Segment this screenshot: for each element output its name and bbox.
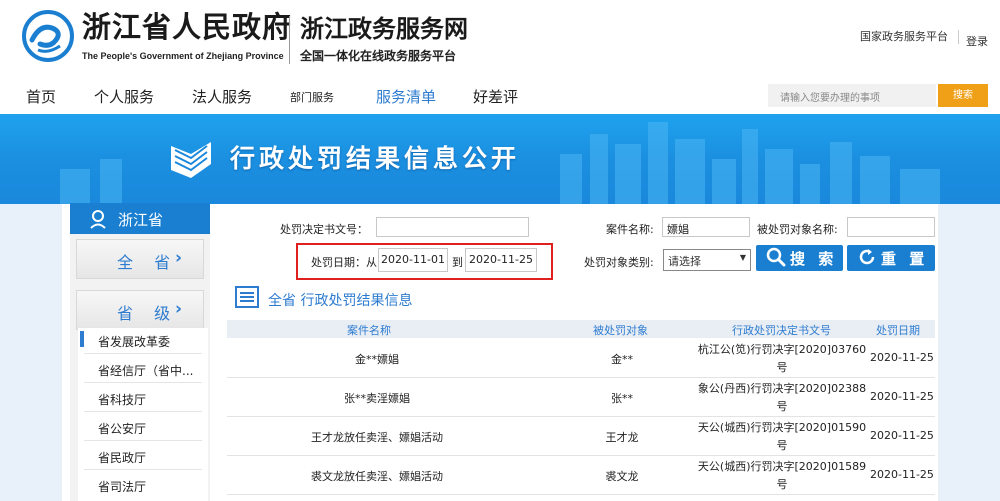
- decision-no-line1: 杭江公(笕)行罚决字[2020]03760: [697, 343, 867, 356]
- results-title: 全省 行政处罚结果信息: [268, 293, 413, 309]
- cell-target: 王才龙: [605, 431, 639, 444]
- sidebar-item-justice[interactable]: 省司法厅: [98, 478, 202, 495]
- cell-date: 2020-11-25: [870, 390, 934, 403]
- cell-decision-no: 象公(丹西)行罚决字[2020]02388 号: [697, 380, 867, 416]
- site-search-input[interactable]: 请输入您要办理的事项: [768, 84, 936, 107]
- date-to-label: 到: [452, 256, 463, 269]
- top-separator: [958, 30, 959, 44]
- nav-evaluation[interactable]: 好差评: [473, 86, 518, 107]
- list-divider: [84, 411, 202, 412]
- col-date: 处罚日期: [876, 324, 920, 337]
- dropdown-caret-icon: ▼: [739, 253, 746, 262]
- gov-title[interactable]: 浙江省人民政府: [82, 10, 292, 44]
- zhejiang-logo-icon[interactable]: [22, 10, 74, 62]
- active-item-marker: [80, 331, 84, 347]
- case-name-input[interactable]: 嫖娼: [662, 217, 750, 237]
- location-pin-icon: [90, 210, 106, 229]
- list-divider: [84, 353, 202, 354]
- col-case-name: 案件名称: [347, 324, 391, 337]
- sidebar-whole-province-button[interactable]: 全 省 ›: [76, 239, 204, 279]
- cell-decision-no: 天公(城西)行罚决字[2020]01589 号: [697, 458, 867, 494]
- col-decision-no: 行政处罚决定书文号: [732, 324, 831, 337]
- decision-no-line2: 号: [776, 400, 788, 413]
- cell-decision-no: 杭江公(笕)行罚决字[2020]03760 号: [697, 341, 867, 377]
- decision-no-line2: 号: [776, 478, 788, 491]
- decision-no-line1: 天公(城西)行罚决字[2020]01589: [697, 460, 867, 473]
- site-title[interactable]: 浙江政务服务网: [300, 14, 468, 44]
- results-table-header: 案件名称 被处罚对象 行政处罚决定书文号 处罚日期: [227, 320, 935, 338]
- cell-decision-no: 天公(城西)行罚决字[2020]01590 号: [697, 419, 867, 455]
- login-link[interactable]: 登录: [966, 33, 988, 49]
- sidebar-item-public-security[interactable]: 省公安厅: [98, 420, 202, 437]
- decision-no-line2: 号: [776, 439, 788, 452]
- site-search-button[interactable]: 搜索: [938, 84, 988, 107]
- case-name-label: 案件名称:: [606, 223, 654, 236]
- sidebar-item-development-reform[interactable]: 省发展改革委: [98, 333, 202, 350]
- site-subtitle: 全国一体化在线政务服务平台: [300, 49, 457, 63]
- decision-no-input[interactable]: [376, 217, 529, 237]
- list-divider: [84, 382, 202, 383]
- col-target: 被处罚对象: [593, 324, 648, 337]
- nav-home[interactable]: 首页: [26, 86, 56, 107]
- list-divider: [84, 469, 202, 470]
- search-button[interactable]: 搜 索: [756, 245, 843, 271]
- cell-date: 2020-11-25: [870, 468, 934, 481]
- target-name-label: 被处罚对象名称:: [757, 223, 838, 236]
- table-row[interactable]: 金**嫖娼 金** 杭江公(笕)行罚决字[2020]03760 号 2020-1…: [227, 339, 935, 378]
- cell-case-name[interactable]: 裘文龙放任卖淫、嫖娼活动: [227, 468, 527, 484]
- cell-case-name[interactable]: 金**嫖娼: [227, 351, 527, 367]
- cell-date: 2020-11-25: [870, 429, 934, 442]
- date-from-input[interactable]: 2020-11-01: [378, 248, 448, 272]
- chevron-right-icon: ›: [175, 299, 183, 319]
- sidebar-item-civil-affairs[interactable]: 省民政厅: [98, 449, 202, 466]
- cell-target: 张**: [611, 392, 633, 405]
- chevron-right-icon: ›: [175, 248, 183, 268]
- target-type-value: 请选择: [668, 255, 701, 268]
- main-nav: 首页 个人服务 法人服务 部门服务 服务清单 好差评 请输入您要办理的事项 搜索: [0, 78, 1000, 114]
- sidebar-button-label: 省 级: [117, 304, 179, 323]
- reset-button[interactable]: 重 置: [847, 245, 935, 271]
- list-icon: [235, 286, 259, 308]
- date-to-input[interactable]: 2020-11-25: [465, 248, 537, 272]
- cell-case-name[interactable]: 张**卖淫嫖娼: [227, 390, 527, 406]
- sidebar-item-science-tech[interactable]: 省科技厅: [98, 391, 202, 408]
- sidebar-button-label: 全 省: [117, 253, 179, 272]
- nav-corporate-services[interactable]: 法人服务: [192, 86, 252, 107]
- decision-no-line1: 天公(城西)行罚决字[2020]01590: [697, 421, 867, 434]
- gov-subtitle: The People's Government of Zhejiang Prov…: [82, 51, 284, 61]
- region-header[interactable]: 浙江省: [70, 203, 210, 234]
- sidebar-provincial-level-button[interactable]: 省 级 ›: [76, 290, 204, 330]
- book-icon: [171, 142, 211, 178]
- target-name-input[interactable]: [847, 217, 935, 237]
- cell-target: 裘文龙: [605, 470, 639, 483]
- decision-no-label: 处罚决定书文号：: [280, 223, 368, 236]
- nav-personal-services[interactable]: 个人服务: [94, 86, 154, 107]
- region-label: 浙江省: [118, 211, 164, 229]
- search-icon: [766, 247, 786, 267]
- reset-button-label: 重 置: [881, 250, 929, 268]
- nav-department-services[interactable]: 部门服务: [290, 89, 334, 105]
- page-banner: 行政处罚结果信息公开: [0, 114, 1000, 204]
- target-type-label: 处罚对象类别:: [584, 256, 654, 269]
- cell-case-name[interactable]: 王才龙放任卖淫、嫖娼活动: [227, 429, 527, 445]
- banner-title: 行政处罚结果信息公开: [230, 144, 521, 173]
- sidebar-item-economy-it[interactable]: 省经信厅（省中...: [98, 362, 202, 379]
- list-divider: [84, 440, 202, 441]
- table-row[interactable]: 裘文龙放任卖淫、嫖娼活动 裘文龙 天公(城西)行罚决字[2020]01589 号…: [227, 456, 935, 495]
- penalty-date-label: 处罚日期：从: [311, 256, 377, 269]
- decision-no-line1: 象公(丹西)行罚决字[2020]02388: [697, 382, 867, 395]
- table-row[interactable]: 王才龙放任卖淫、嫖娼活动 王才龙 天公(城西)行罚决字[2020]01590 号…: [227, 417, 935, 456]
- search-button-label: 搜 索: [790, 250, 838, 268]
- header-divider: [289, 16, 290, 64]
- cell-date: 2020-11-25: [870, 351, 934, 364]
- decision-no-line2: 号: [776, 361, 788, 374]
- national-platform-link[interactable]: 国家政务服务平台: [860, 28, 948, 44]
- table-row[interactable]: 张**卖淫嫖娼 张** 象公(丹西)行罚决字[2020]02388 号 2020…: [227, 378, 935, 417]
- refresh-icon: [859, 249, 875, 265]
- cell-target: 金**: [611, 353, 633, 366]
- nav-service-list[interactable]: 服务清单: [376, 86, 436, 107]
- target-type-select[interactable]: 请选择 ▼: [663, 249, 751, 271]
- site-header: 浙江省人民政府 The People's Government of Zheji…: [0, 0, 1000, 78]
